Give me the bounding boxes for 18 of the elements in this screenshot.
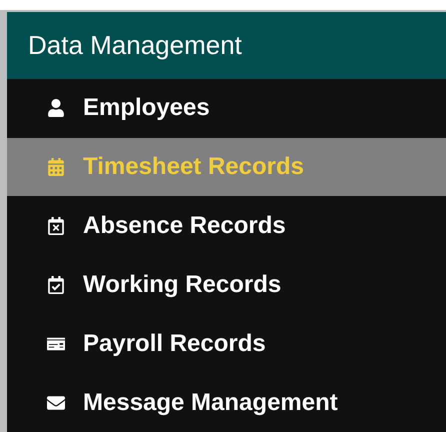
- menu-item[interactable]: Payroll Records: [7, 314, 446, 374]
- user-icon: [45, 99, 67, 118]
- menu-item-label: Employees: [83, 93, 210, 124]
- menu-item-label: Absence Records: [83, 210, 286, 241]
- menu-item[interactable]: Message Management: [7, 373, 446, 432]
- menu-item[interactable]: Working Records: [7, 255, 446, 314]
- calendar-icon: [45, 158, 67, 176]
- menu-item[interactable]: Employees: [7, 78, 446, 138]
- envelope-icon: [45, 394, 67, 412]
- menu-item-label: Payroll Records: [83, 328, 266, 359]
- calendar-check-icon: [45, 276, 67, 294]
- menu-item-label: Message Management: [83, 388, 338, 418]
- panel-title: Data Management: [28, 28, 242, 62]
- menu-item-label: Working Records: [83, 270, 282, 300]
- calendar-x-icon: [45, 216, 67, 235]
- menu-item-label: Timesheet Records: [83, 152, 304, 182]
- payment-card-icon: [45, 334, 67, 353]
- menu-item[interactable]: Absence Records: [7, 196, 446, 256]
